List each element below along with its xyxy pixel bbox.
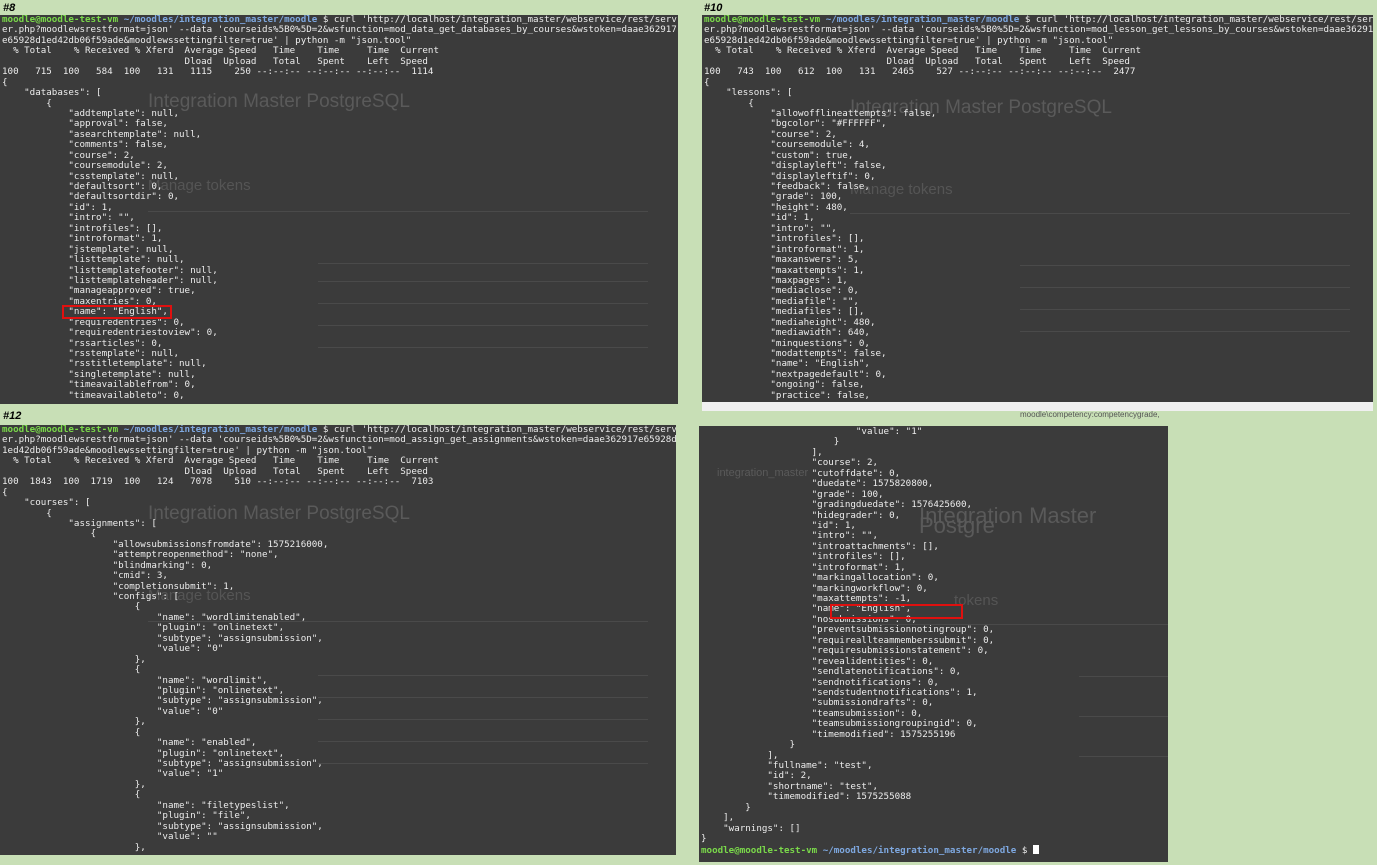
terminal-cursor[interactable]: [1032, 844, 1039, 854]
terminal-panel-12: Integration Master PostgreSQL Manage tok…: [0, 425, 676, 855]
terminal-output: moodle@moodle-test-vm ~/moodles/integrat…: [0, 425, 676, 853]
prompt-user: moodle@moodle-test-vm: [701, 844, 818, 856]
output-line: "listtemplate": null,: [2, 254, 185, 266]
output-line: 100 715 100 584 100 131 1115 250 --:--:-…: [2, 66, 434, 78]
output-line: {: [2, 486, 8, 498]
caption-8: #8: [3, 2, 16, 14]
output-line: "timeavailableto": 0,: [2, 389, 185, 401]
shell-prompt-line: moodle@moodle-test-vm ~/moodles/integrat…: [701, 844, 1168, 856]
output-line: "maxanswers": 5,: [704, 254, 859, 266]
output-line: "markingallocation": 0,: [701, 572, 939, 584]
prompt-command: $: [1016, 844, 1033, 856]
output-line: {: [2, 76, 8, 88]
output-line: "lessons": [: [704, 87, 793, 99]
output-line: 100 743 100 612 100 131 2465 527 --:--:-…: [704, 66, 1136, 78]
output-line: "assignments": [: [2, 517, 157, 529]
output-line: "requiredentriestoview": 0,: [2, 327, 218, 339]
terminal-output: moodle@moodle-test-vm ~/moodles/integrat…: [0, 15, 678, 401]
output-line: {: [2, 664, 141, 676]
terminal-output: "value": "1" } ], "course": 2, "cutoffda…: [699, 426, 1168, 855]
prompt-path: ~/moodles/integration_master/moodle: [817, 844, 1017, 856]
page-strip: moodle\competency:competencygrade,: [702, 402, 1373, 419]
strip-text: moodle\competency:competencygrade,: [1020, 410, 1160, 419]
output-line: "coursemodule": 2,: [2, 160, 168, 172]
caption-12: #12: [3, 410, 22, 422]
terminal-panel-12-continued: integration_master Integration Master Po…: [699, 426, 1168, 862]
output-line: }: [701, 833, 707, 845]
output-line: {: [704, 76, 710, 88]
output-line: "mediawidth": 640,: [704, 327, 870, 339]
output-line: "displayleft": false,: [704, 160, 887, 172]
output-line: "gradingduedate": 1576425600,: [701, 499, 973, 511]
output-line: "practice": false,: [704, 389, 870, 401]
output-line: }: [701, 739, 796, 751]
output-line: "warnings": []: [701, 822, 801, 834]
output-line: "timemodified": 1575255088: [701, 791, 912, 803]
terminal-panel-8: Integration Master PostgreSQL Manage tok…: [0, 15, 678, 404]
output-line: },: [2, 841, 146, 853]
terminal-output: moodle@moodle-test-vm ~/moodles/integrat…: [702, 15, 1373, 401]
output-line: 100 1843 100 1719 100 124 7078 510 --:--…: [2, 476, 434, 488]
output-line: "courses": [: [2, 497, 91, 509]
caption-10: #10: [704, 2, 723, 14]
output-line: "sendlatenotifications": 0,: [701, 666, 961, 678]
terminal-panel-10: Integration Master PostgreSQL Manage tok…: [702, 15, 1373, 404]
output-line: "databases": [: [2, 87, 102, 99]
output-line: "value": "": [2, 831, 218, 843]
output-line: }: [701, 801, 751, 813]
output-line: "cmid": 3,: [2, 570, 168, 582]
highlight-name-english-8: [62, 305, 172, 319]
highlight-name-english-12: [830, 604, 963, 619]
output-line: "name": "enabled",: [2, 737, 257, 749]
